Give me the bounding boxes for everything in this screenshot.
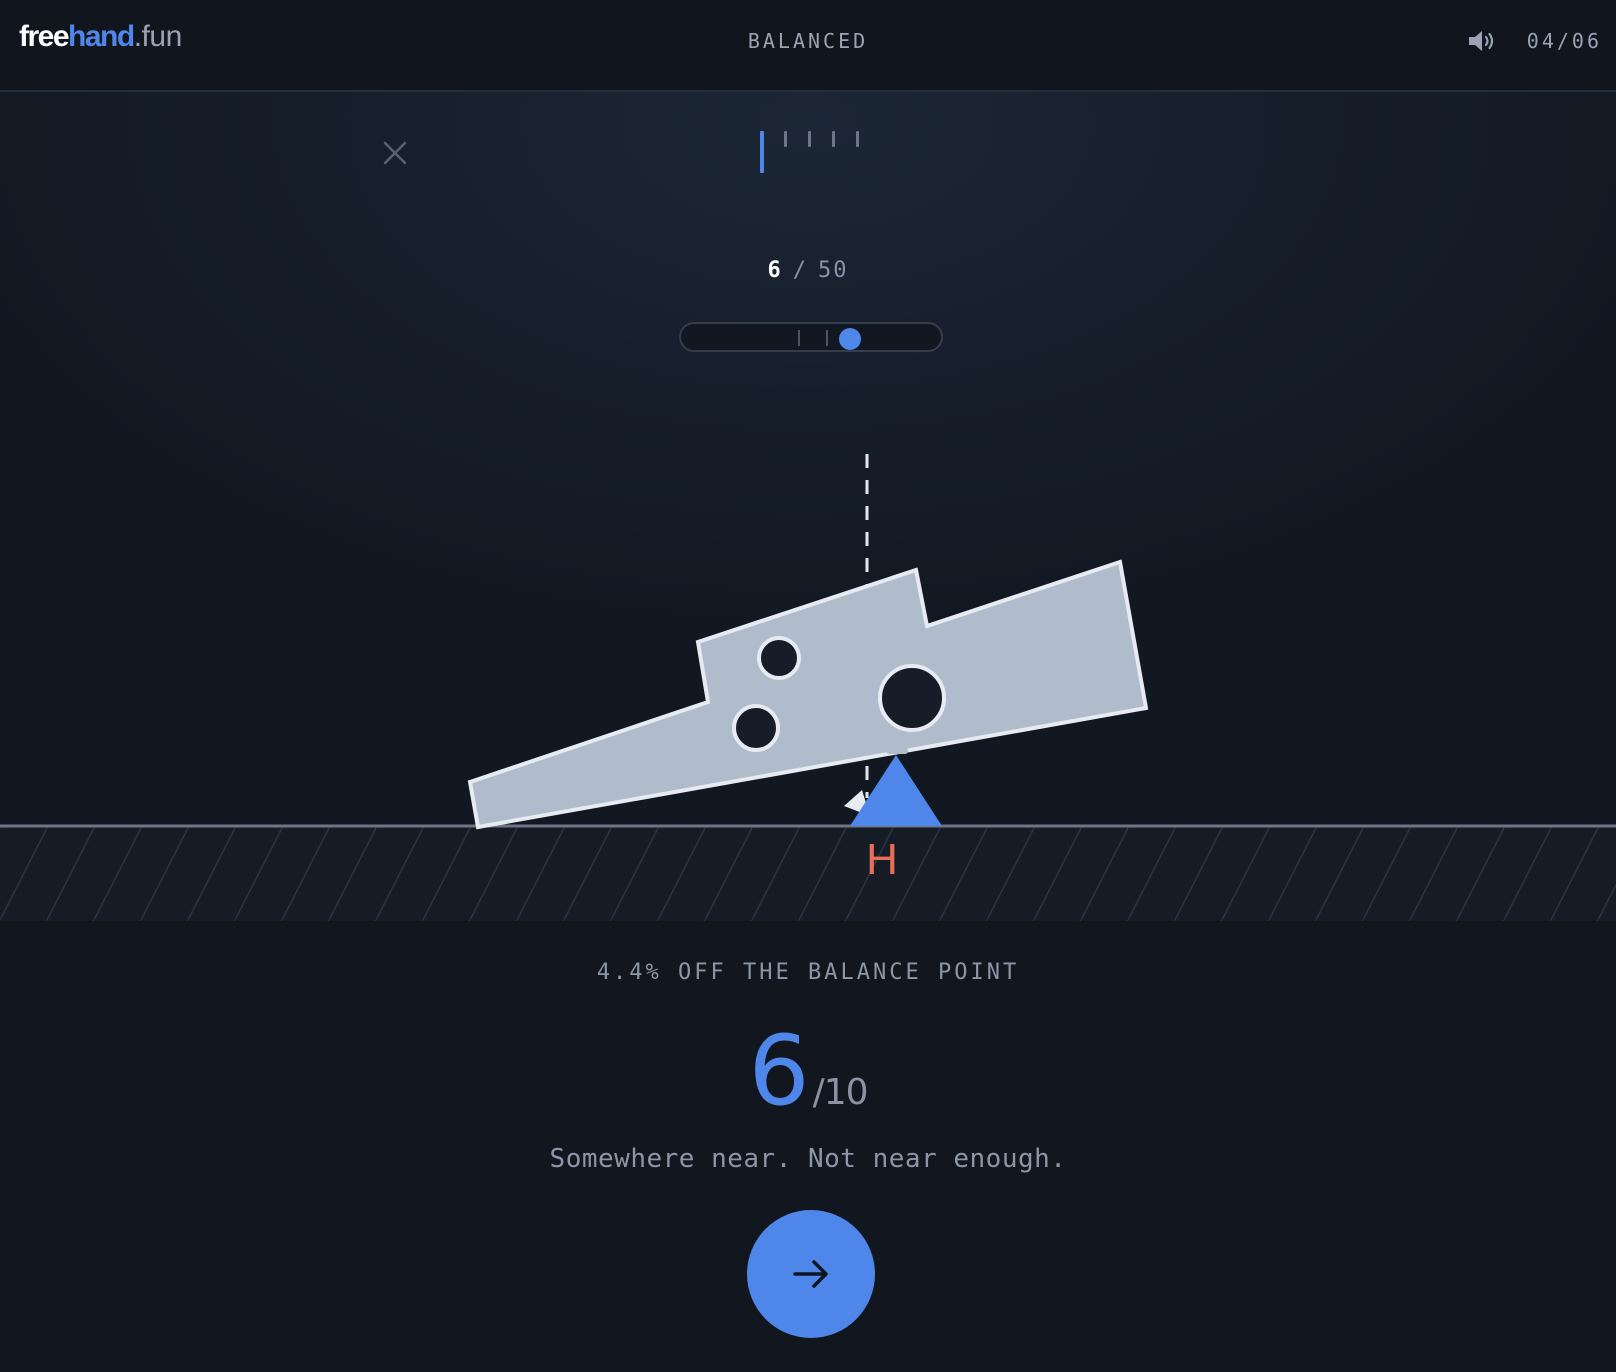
- top-bar: freehand.fun BALANCED 04/06: [0, 0, 1616, 92]
- ground-hatch: [0, 826, 1616, 921]
- shape-hole: [732, 704, 780, 752]
- arrow-right-icon: [793, 1260, 828, 1288]
- pivot-cap: [886, 748, 908, 754]
- balancing-shape[interactable]: [467, 559, 1149, 830]
- balance-scene: [0, 454, 1616, 921]
- sound-toggle-button[interactable]: [1464, 24, 1500, 58]
- score-display: 6/10: [0, 1015, 1616, 1127]
- speaker-icon: [1469, 31, 1494, 51]
- round-counter: 04/06: [1526, 29, 1602, 53]
- verdict-text: Somewhere near. Not near enough.: [549, 1144, 1067, 1174]
- score-value: 6: [748, 1015, 809, 1127]
- offset-readout: 4.4% OFF THE BALANCE POINT: [596, 960, 1020, 985]
- score-max: /10: [812, 1072, 869, 1113]
- shape-hole: [878, 664, 946, 732]
- next-button[interactable]: [747, 1210, 875, 1338]
- game-title: BALANCED: [747, 29, 869, 53]
- pivot-label: H: [866, 835, 898, 884]
- shape-hole: [757, 636, 801, 680]
- pivot-triangle[interactable]: [850, 755, 942, 826]
